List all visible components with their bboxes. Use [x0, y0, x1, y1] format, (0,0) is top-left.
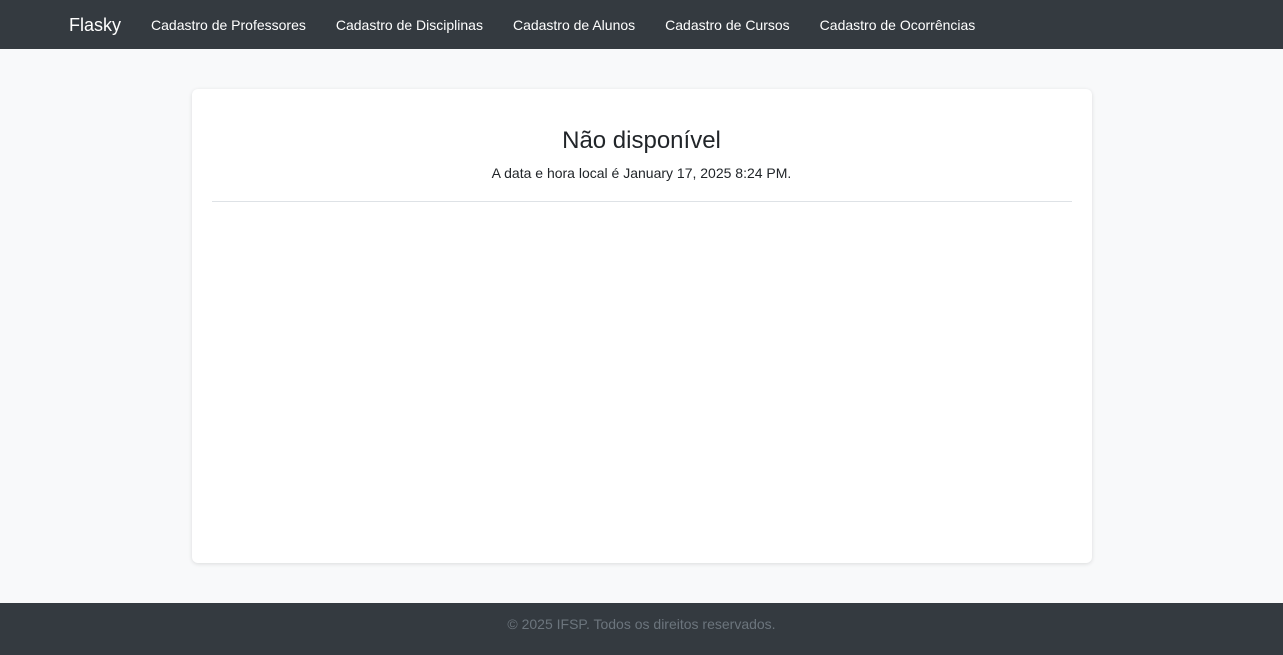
nav-link-cursos[interactable]: Cadastro de Cursos	[665, 18, 790, 32]
footer-copyright: © 2025 IFSP. Todos os direitos reservado…	[507, 616, 776, 632]
page-title: Não disponível	[562, 127, 721, 154]
top-navbar: Flasky Cadastro de Professores Cadastro …	[0, 0, 1283, 49]
nav-link-disciplinas[interactable]: Cadastro de Disciplinas	[336, 18, 483, 32]
divider	[211, 201, 1072, 202]
nav-link-alunos[interactable]: Cadastro de Alunos	[513, 18, 635, 32]
local-datetime-text: A data e hora local é January 17, 2025 8…	[491, 165, 792, 181]
page-footer: © 2025 IFSP. Todos os direitos reservado…	[0, 603, 1283, 655]
content-card: Não disponível A data e hora local é Jan…	[191, 89, 1092, 563]
nav-link-professores[interactable]: Cadastro de Professores	[151, 18, 306, 32]
nav-links: Cadastro de Professores Cadastro de Disc…	[151, 18, 1005, 32]
main-content: Não disponível A data e hora local é Jan…	[0, 49, 1283, 603]
nav-link-ocorrencias[interactable]: Cadastro de Ocorrências	[820, 18, 976, 32]
brand-link[interactable]: Flasky	[69, 16, 121, 34]
